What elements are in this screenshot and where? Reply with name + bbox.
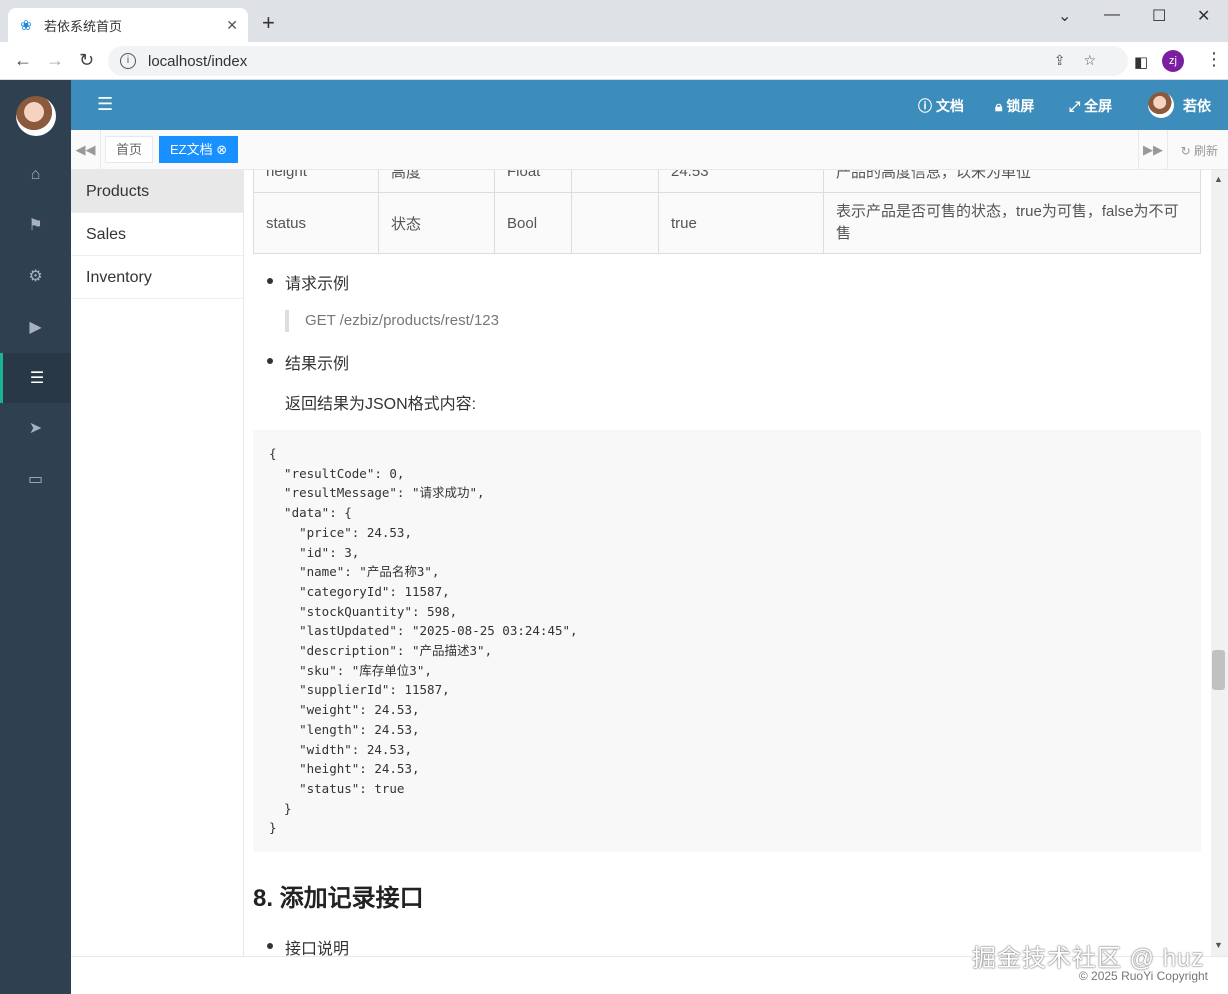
- browser-tab-title: 若依系统首页: [44, 18, 123, 34]
- hamburger-icon[interactable]: ☰: [97, 94, 113, 115]
- tab-ez-docs-label: EZ文档: [170, 142, 213, 157]
- new-tab-icon[interactable]: +: [262, 12, 275, 34]
- scroll-up-icon[interactable]: ▲: [1214, 174, 1223, 184]
- browser-tabbar: ❀ 若依系统首页 ✕ + ⌄ — ☐ ✕: [0, 0, 1228, 42]
- maximize-icon[interactable]: ☐: [1152, 6, 1166, 26]
- table-cell: 24.53: [658, 170, 824, 193]
- location-arrow-icon[interactable]: ➤: [0, 403, 71, 453]
- table-cell: 表示产品是否可售的状态，true为可售，false为不可售: [823, 192, 1201, 254]
- table-cell: 产品的高度信息，以米为单位: [823, 170, 1201, 193]
- docs-label: 文档: [935, 98, 964, 114]
- scroll-down-icon[interactable]: ▼: [1214, 940, 1223, 950]
- section-heading: 8. 添加记录接口: [253, 885, 424, 912]
- tabs-scroll-right-icon[interactable]: ▶▶: [1138, 130, 1168, 170]
- table-cell: Bool: [494, 192, 572, 254]
- user-name[interactable]: 若依: [1183, 96, 1211, 116]
- table-cell: true: [658, 192, 824, 254]
- close-tab-icon[interactable]: ✕: [226, 17, 238, 34]
- gear-icon[interactable]: ⚙: [0, 251, 71, 301]
- list-item: 结果示例: [266, 350, 350, 374]
- fullscreen-label: 全屏: [1084, 98, 1113, 114]
- forward-icon[interactable]: →: [46, 51, 64, 69]
- tab-home[interactable]: 首页: [105, 136, 154, 163]
- scroll-thumb[interactable]: [1212, 650, 1225, 690]
- content-scrollbar[interactable]: ▲ ▼: [1211, 170, 1228, 956]
- top-navbar: ☰ ⓘ 文档 🔒︎ 锁屏 ⤢ 全屏 若依: [71, 80, 1228, 130]
- back-icon[interactable]: ←: [14, 51, 32, 69]
- avatar: [16, 96, 56, 136]
- table-row: height 高度 Float 24.53 产品的高度信息，以米为单位: [253, 170, 1201, 193]
- table-cell: 状态: [378, 192, 495, 254]
- menu-item-products[interactable]: Products: [71, 170, 243, 213]
- tab-search-chevron-icon[interactable]: ⌄: [1058, 6, 1071, 26]
- json-code-block: { "resultCode": 0, "resultMessage": "请求成…: [253, 430, 1201, 852]
- request-example-label: 请求示例: [285, 276, 350, 293]
- browser-tab[interactable]: ❀ 若依系统首页 ✕: [8, 8, 248, 42]
- api-desc-label: 接口说明: [285, 941, 350, 956]
- table-cell: status: [253, 192, 379, 254]
- refresh-button[interactable]: ↻ 刷新: [1181, 142, 1218, 159]
- minimize-icon[interactable]: —: [1104, 6, 1120, 24]
- close-tab-circle-icon[interactable]: ⊗: [216, 142, 227, 157]
- sidepanel-icon[interactable]: ◧: [1134, 53, 1148, 71]
- user-avatar[interactable]: [1148, 92, 1174, 118]
- lotus-favicon-icon: ❀: [20, 17, 32, 33]
- table-cell: 高度: [378, 170, 495, 193]
- list-item: 请求示例: [266, 270, 350, 294]
- list-icon[interactable]: ☰: [0, 353, 71, 403]
- docs-link[interactable]: ⓘ 文档: [918, 96, 964, 116]
- result-example-label: 结果示例: [285, 356, 350, 373]
- url-text: localhost/index: [148, 52, 248, 70]
- refresh-label: 刷新: [1193, 144, 1218, 158]
- table-cell: [571, 192, 659, 254]
- address-bar[interactable]: i localhost/index ⇪☆: [108, 46, 1128, 76]
- lock-screen-link[interactable]: 🔒︎ 锁屏: [995, 96, 1034, 116]
- home-icon[interactable]: ⌂: [0, 150, 71, 200]
- menu-kebab-icon[interactable]: ⋮: [1205, 49, 1223, 70]
- monitor-icon[interactable]: ▭: [0, 454, 71, 504]
- sidebar: ⌂ ⚑ ⚙ ▶ ☰ ➤ ▭: [0, 80, 71, 994]
- table-row: status 状态 Bool true 表示产品是否可售的状态，true为可售，…: [253, 192, 1201, 254]
- tab-ez-docs[interactable]: EZ文档 ⊗: [159, 136, 239, 163]
- list-item: 接口说明: [266, 935, 350, 956]
- lock-label: 锁屏: [1006, 98, 1035, 114]
- table-cell: height: [253, 170, 379, 193]
- menu-item-sales[interactable]: Sales: [71, 213, 243, 256]
- menu-item-inventory[interactable]: Inventory: [71, 256, 243, 299]
- site-info-icon[interactable]: i: [120, 53, 136, 69]
- reload-icon[interactable]: ↻: [79, 51, 94, 69]
- page-tabs-bar: ◀◀ 首页 EZ文档 ⊗ ▶▶ ↻ 刷新: [71, 130, 1228, 170]
- doc-menu: Products Sales Inventory: [71, 170, 244, 956]
- signpost-icon[interactable]: ⚑: [0, 200, 71, 250]
- result-desc: 返回结果为JSON格式内容:: [285, 396, 477, 413]
- table-cell: Float: [494, 170, 572, 193]
- share-star-icons[interactable]: ⇪☆: [1054, 52, 1114, 69]
- request-example-quote: GET /ezbiz/products/rest/123: [285, 310, 499, 332]
- tabs-scroll-left-icon[interactable]: ◀◀: [71, 130, 101, 170]
- fullscreen-link[interactable]: ⤢ 全屏: [1069, 96, 1112, 116]
- video-camera-icon[interactable]: ▶: [0, 302, 71, 352]
- doc-content: height 高度 Float 24.53 产品的高度信息，以米为单位 stat…: [245, 170, 1211, 956]
- fields-table: height 高度 Float 24.53 产品的高度信息，以米为单位 stat…: [253, 170, 1201, 254]
- watermark: 掘金技术社区 @ huz: [972, 945, 1205, 972]
- browser-toolbar: ← → ↻ i localhost/index ⇪☆ ◧: [0, 42, 1228, 80]
- table-cell: [571, 170, 659, 193]
- close-window-icon[interactable]: ✕: [1197, 6, 1210, 26]
- profile-avatar[interactable]: zj: [1162, 50, 1184, 72]
